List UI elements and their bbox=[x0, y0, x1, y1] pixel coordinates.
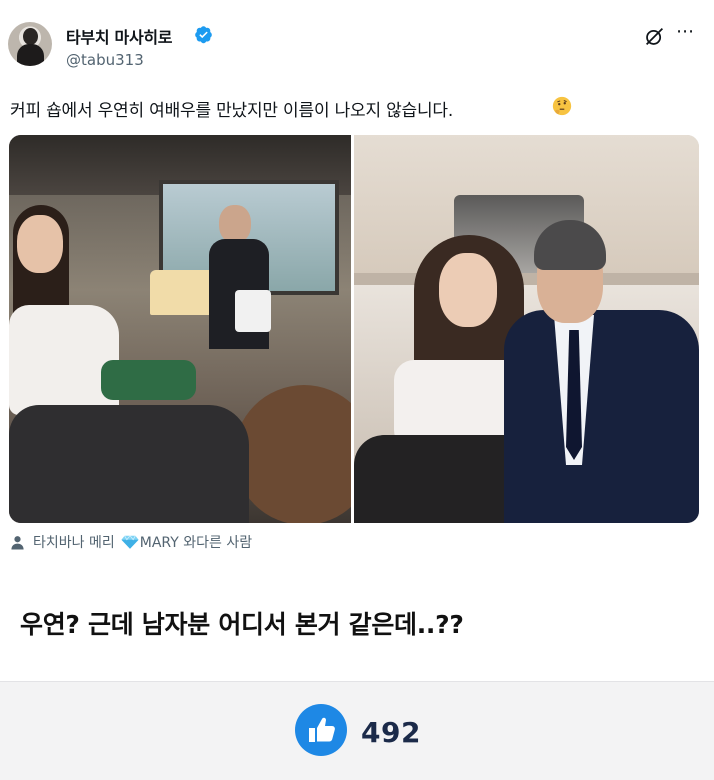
thinking-face-icon bbox=[552, 96, 572, 116]
like-bar: 492 bbox=[0, 681, 714, 780]
comment-text: 우연? 근데 남자분 어디서 본거 같은데..?? bbox=[20, 610, 464, 639]
gem-icon bbox=[121, 535, 139, 549]
caption-tag-text[interactable]: MARY 와다른 사람 bbox=[140, 532, 252, 552]
photo-cafe-woman-sitting[interactable] bbox=[9, 135, 351, 523]
author-name[interactable]: 타부치 마사히로 bbox=[66, 24, 173, 48]
tweet-media-grid[interactable] bbox=[9, 135, 699, 523]
photo-woman-and-man-posing[interactable] bbox=[354, 135, 699, 523]
author-avatar[interactable] bbox=[8, 22, 52, 66]
more-options-icon[interactable]: ⋯ bbox=[676, 22, 694, 42]
caption-person-name[interactable]: 타치바나 메리 bbox=[33, 532, 115, 552]
tweet-text: 커피 숍에서 우연히 여배우를 만났지만 이름이 나오지 않습니다. bbox=[10, 101, 454, 121]
media-caption[interactable]: 타치바나 메리 MARY 와다른 사람 bbox=[10, 531, 252, 553]
tweet-card: 타부치 마사히로 @tabu313 ⋯ 커피 숍에서 우연히 여배우를 만났지만… bbox=[0, 0, 714, 565]
verified-badge-icon bbox=[195, 26, 212, 44]
grok-icon[interactable] bbox=[644, 26, 665, 47]
thumbs-up-icon[interactable] bbox=[295, 704, 347, 756]
author-handle[interactable]: @tabu313 bbox=[66, 51, 144, 69]
like-count: 492 bbox=[361, 716, 421, 749]
person-icon bbox=[11, 535, 24, 550]
